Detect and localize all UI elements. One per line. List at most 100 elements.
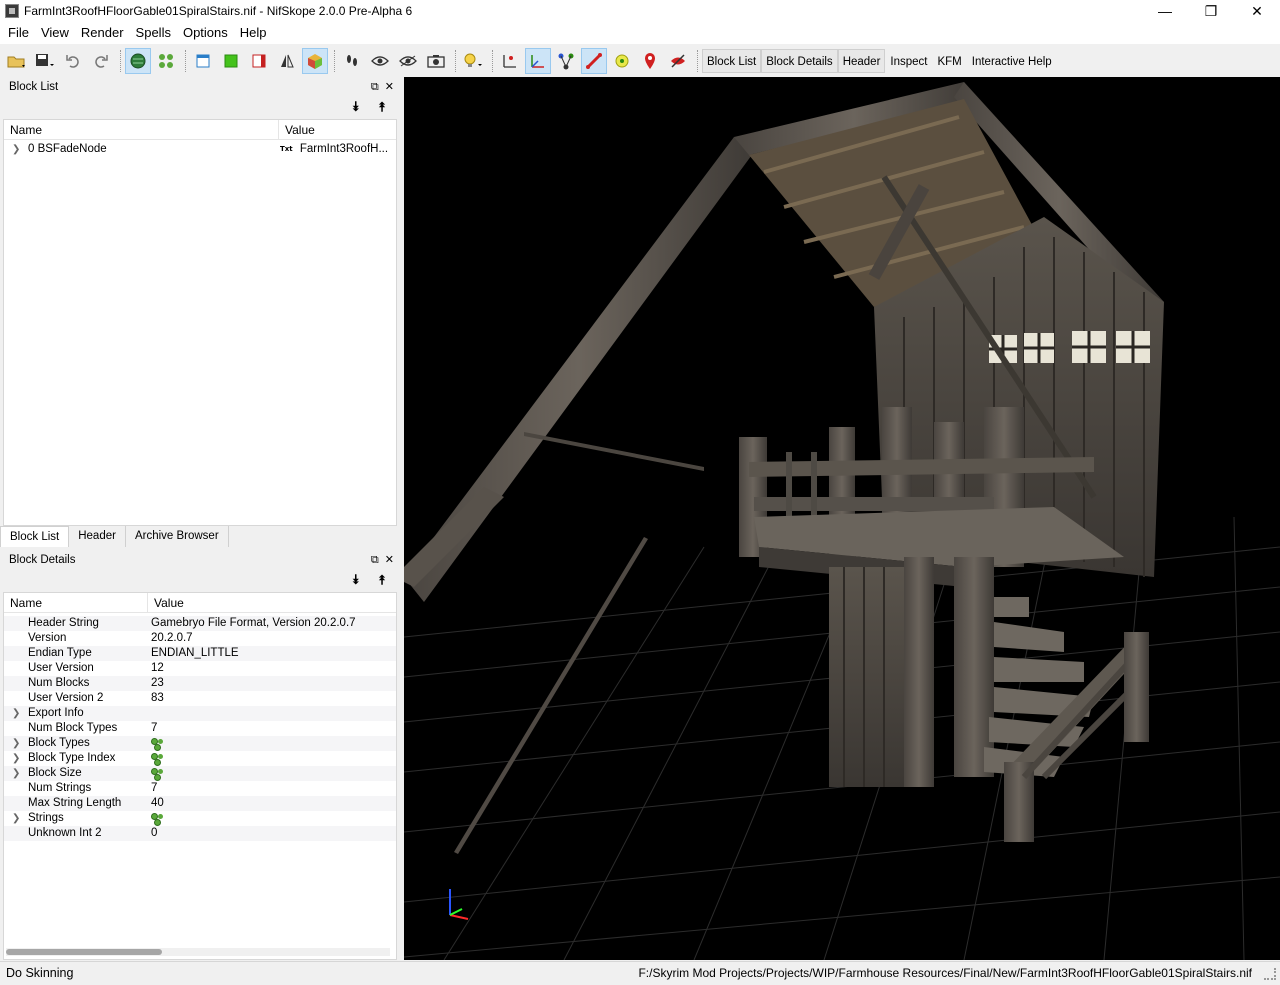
axes-icon[interactable] <box>497 48 523 74</box>
detail-value-cell: 23 <box>147 676 396 691</box>
toolbar: Block List Block Details Header Inspect … <box>0 44 1280 77</box>
detail-row[interactable]: Num Block Types 7 <box>4 721 396 736</box>
kfm-toggle[interactable]: KFM <box>932 49 966 73</box>
value-column-header[interactable]: Value <box>278 120 396 139</box>
open-file-icon[interactable] <box>4 48 30 74</box>
tree-row[interactable]: ❯ 0 BSFadeNode Txt FarmInt3RoofH... <box>4 142 396 157</box>
tab-block-list[interactable]: Block List <box>0 526 70 547</box>
save-file-icon[interactable] <box>32 48 58 74</box>
havok-icon[interactable] <box>609 48 635 74</box>
detail-row[interactable]: ❯ Strings <box>4 811 396 826</box>
detail-value-cell: 0 <box>147 826 396 841</box>
expand-arrow-icon[interactable]: ❯ <box>12 811 20 826</box>
detail-name-cell: Num Blocks <box>4 676 147 691</box>
detail-row[interactable]: ❯ Export Info <box>4 706 396 721</box>
detail-row[interactable]: Num Blocks 23 <box>4 676 396 691</box>
show-axes-icon[interactable] <box>525 47 551 74</box>
footprints-icon[interactable] <box>339 48 365 74</box>
block-details-collapse-row: ⯯ ⯭ <box>0 570 400 592</box>
close-button[interactable]: ✕ <box>1234 0 1280 22</box>
hide-icon[interactable] <box>395 48 421 74</box>
detail-row[interactable]: ❯ Block Size <box>4 766 396 781</box>
screenshot-icon[interactable] <box>423 48 449 74</box>
detail-name-cell: Endian Type <box>4 646 147 661</box>
block-details-toggle[interactable]: Block Details <box>761 48 838 73</box>
detail-name-cell: User Version <box>4 661 147 676</box>
detail-value-cell <box>147 766 396 781</box>
detail-row[interactable]: Version 20.2.0.7 <box>4 631 396 646</box>
expand-arrow-icon[interactable]: ❯ <box>12 142 20 157</box>
detail-row[interactable]: ❯ Block Type Index <box>4 751 396 766</box>
resize-grip-icon[interactable] <box>1264 968 1276 980</box>
header-toggle[interactable]: Header <box>837 48 886 73</box>
detail-row[interactable]: ❯ Block Types <box>4 736 396 751</box>
file-path: F:/Skyrim Mod Projects/Projects/WIP/Farm… <box>638 966 1252 980</box>
expand-arrow-icon[interactable]: ❯ <box>12 751 20 766</box>
render-viewport[interactable] <box>404 77 1280 960</box>
undo-icon[interactable] <box>60 48 86 74</box>
detail-row[interactable]: User Version 2 83 <box>4 691 396 706</box>
horizontal-scrollbar[interactable] <box>6 948 390 956</box>
detail-row[interactable]: Unknown Int 2 0 <box>4 826 396 841</box>
side-view-icon[interactable] <box>246 48 272 74</box>
bones-icon[interactable] <box>581 47 607 74</box>
float-dock-icon[interactable]: ⧉ <box>371 554 379 566</box>
nodes-tree-icon[interactable] <box>553 48 579 74</box>
lighting-icon[interactable] <box>460 48 486 74</box>
redo-icon[interactable] <box>88 48 114 74</box>
globe-view-icon[interactable] <box>125 47 151 74</box>
nodes-icon[interactable] <box>153 48 179 74</box>
expand-all-icon[interactable]: ⯯ <box>352 99 360 115</box>
block-list-tree[interactable]: Name Value ❯ 0 BSFadeNode Txt FarmInt3Ro… <box>3 119 397 526</box>
flip-view-icon[interactable] <box>274 48 300 74</box>
tab-header[interactable]: Header <box>69 526 126 547</box>
dock-tab-bar: Block List Header Archive Browser <box>0 526 400 547</box>
expand-arrow-icon[interactable]: ❯ <box>12 736 20 751</box>
collapse-all-icon[interactable]: ⯭ <box>378 572 386 588</box>
menu-help[interactable]: Help <box>234 22 273 44</box>
detail-value: 23 <box>151 677 164 689</box>
top-view-icon[interactable] <box>218 48 244 74</box>
detail-row[interactable]: Endian Type ENDIAN_LITTLE <box>4 646 396 661</box>
minimize-button[interactable]: — <box>1142 0 1188 22</box>
detail-value: 7 <box>151 722 158 734</box>
menu-spells[interactable]: Spells <box>130 22 177 44</box>
menu-file[interactable]: File <box>2 22 35 44</box>
expand-arrow-icon[interactable]: ❯ <box>12 706 20 721</box>
detail-row[interactable]: Num Strings 7 <box>4 781 396 796</box>
close-dock-icon[interactable]: ✕ <box>385 554 394 566</box>
toolbar-separator <box>120 49 121 72</box>
detail-row[interactable]: Header String Gamebryo File Format, Versi… <box>4 616 396 631</box>
tab-archive-browser[interactable]: Archive Browser <box>125 526 229 547</box>
show-icon[interactable] <box>367 48 393 74</box>
detail-name-cell: Max String Length <box>4 796 147 811</box>
block-list-toggle[interactable]: Block List <box>702 48 762 73</box>
name-column-header[interactable]: Name <box>4 593 147 612</box>
block-value: FarmInt3RoofH... <box>299 143 389 155</box>
scrollbar-thumb[interactable] <box>6 949 162 955</box>
collapse-all-icon[interactable]: ⯭ <box>378 99 386 115</box>
inspect-toggle[interactable]: Inspect <box>885 49 932 73</box>
detail-row[interactable]: Max String Length 40 <box>4 796 396 811</box>
perspective-view-icon[interactable] <box>302 47 328 74</box>
name-column-header[interactable]: Name <box>4 120 278 139</box>
menu-options[interactable]: Options <box>177 22 234 44</box>
detail-row[interactable]: User Version 12 <box>4 661 396 676</box>
value-column-header[interactable]: Value <box>147 593 396 612</box>
block-list-header: Name Value <box>4 120 396 140</box>
front-view-icon[interactable] <box>190 48 216 74</box>
detail-name-cell: ❯ Block Type Index <box>4 751 147 766</box>
markers-icon[interactable] <box>637 48 663 74</box>
close-dock-icon[interactable]: ✕ <box>385 81 394 93</box>
menu-view[interactable]: View <box>35 22 75 44</box>
menu-render[interactable]: Render <box>75 22 130 44</box>
detail-name-cell: ❯ Block Size <box>4 766 147 781</box>
maximize-button[interactable]: ❐ <box>1188 0 1234 22</box>
block-details-tree[interactable]: Name Value Header String Gamebryo File Fo… <box>3 592 397 960</box>
expand-arrow-icon[interactable]: ❯ <box>12 766 20 781</box>
detail-name-cell: Num Block Types <box>4 721 147 736</box>
interactive-help-toggle[interactable]: Interactive Help <box>967 49 1057 73</box>
expand-all-icon[interactable]: ⯯ <box>352 572 360 588</box>
float-dock-icon[interactable]: ⧉ <box>371 81 379 93</box>
hidden-icon[interactable] <box>665 48 691 74</box>
